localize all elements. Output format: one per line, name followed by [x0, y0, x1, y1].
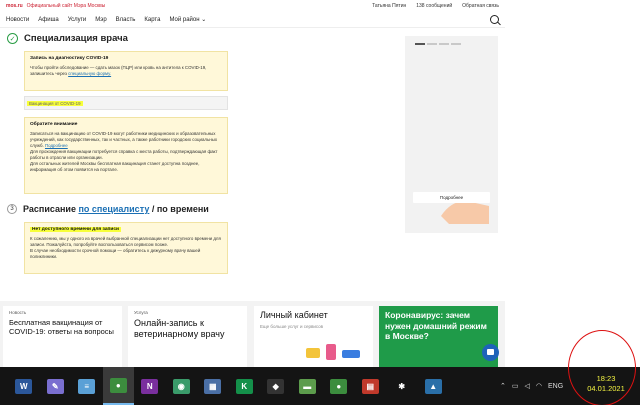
taskbar-glyph: ▬: [298, 378, 316, 394]
no-slots-card: Нет доступного времени для записи К сожа…: [24, 222, 228, 274]
taskbar-glyph: ▲: [424, 378, 442, 394]
taskbar-glyph: ●: [109, 377, 127, 393]
personal-cabinet-tile[interactable]: Личный кабинет Еще больше услуг и сервис…: [254, 306, 373, 367]
volume-icon[interactable]: ◁: [525, 382, 530, 390]
onenote-icon[interactable]: N: [134, 367, 166, 405]
selected-specialization-value: Вакцинация от COVID-19: [27, 101, 83, 106]
taskbar-glyph: W: [15, 378, 33, 394]
taskbar-apps: W ✎ ≡ ● N ◉ ▦ K ◆ ▬ ● ▤ ✱ ▲: [8, 367, 449, 405]
nav-item-mayor[interactable]: Мэр: [95, 17, 106, 23]
taskbar-glyph: ▤: [361, 378, 379, 394]
taskbar-glyph: ●: [330, 378, 348, 394]
schedule-title: Расписание по специалисту / по времени: [23, 204, 209, 214]
chat-button[interactable]: [482, 344, 499, 361]
main-nav: Новости Афиша Услуги Мэр Власть Карта Мо…: [0, 12, 505, 28]
topbar-right: Татьяна Пятин 138 сообщений Обратная свя…: [372, 3, 499, 9]
step-schedule: 3 Расписание по специалисту / по времени: [7, 204, 209, 214]
coronavirus-tile[interactable]: Коронавирус: зачем нужен домашний режим …: [379, 306, 498, 367]
attention-title: Обратите внимание: [30, 122, 78, 127]
taskbar-glyph: ✎: [46, 378, 64, 394]
carousel-dots[interactable]: [415, 43, 461, 45]
promo-banner[interactable]: Подробнее: [405, 36, 498, 233]
vet-service-tile[interactable]: Услуга Онлайн-запись к ветеринарному вра…: [128, 306, 247, 367]
covid-diagnostics-card: Запись на диагностику COVID-19 Чтобы про…: [24, 51, 228, 91]
check-icon: ✓: [7, 33, 18, 44]
keyboard-icon[interactable]: ▤: [355, 367, 387, 405]
more-link[interactable]: Подробнее: [45, 143, 68, 148]
gear-icon[interactable]: ✱: [386, 367, 418, 405]
site-title[interactable]: Официальный сайт Мэра Москвы: [27, 3, 106, 9]
word-icon[interactable]: W: [8, 367, 40, 405]
card-title: Запись на диагностику COVID-19: [30, 56, 109, 61]
tile-title: Личный кабинет: [260, 310, 328, 320]
photos-icon[interactable]: ▲: [418, 367, 450, 405]
no-slots-p2: В случае необходимости срочной помощи — …: [30, 248, 201, 259]
tile-category: Новость: [9, 310, 27, 315]
tile-category: Услуга: [134, 310, 148, 315]
taskbar-glyph: K: [235, 378, 253, 394]
nav-item-afisha[interactable]: Афиша: [38, 17, 59, 23]
schedule-prefix: Расписание: [23, 204, 76, 214]
taskbar-glyph: N: [141, 378, 159, 394]
tile-title: Онлайн-запись к ветеринарному врачу: [134, 318, 225, 339]
taskbar-glyph: ✱: [393, 378, 411, 394]
calculator-icon[interactable]: ▦: [197, 367, 229, 405]
system-tray: ⌃ ▭ ◁ ◠ ENG: [500, 367, 563, 405]
no-slots-p1: К сожалению, мы у одного из врачей выбра…: [30, 236, 221, 247]
empty-area: [505, 0, 640, 367]
tile-title: Бесплатная вакцинация от COVID-19: ответ…: [9, 318, 114, 336]
k-app-icon[interactable]: K: [229, 367, 261, 405]
attention-card: Обратите внимание Записаться на вакцинац…: [24, 117, 228, 194]
news-tile[interactable]: Новость Бесплатная вакцинация от COVID-1…: [3, 306, 122, 367]
nav-item-my-district[interactable]: Мой район ⌄: [169, 16, 206, 23]
selected-specialization-field[interactable]: Вакцинация от COVID-19: [24, 96, 228, 110]
notepad-icon[interactable]: ≡: [71, 367, 103, 405]
special-form-link[interactable]: специальную форму.: [68, 71, 111, 76]
nav-item-map[interactable]: Карта: [144, 17, 160, 23]
settings-app-icon[interactable]: ◆: [260, 367, 292, 405]
step-title: Специализация врача: [24, 33, 128, 44]
nav-item-power[interactable]: Власть: [116, 17, 136, 23]
hand-drawn-circle-annotation: [568, 330, 636, 405]
taskbar-glyph: ◉: [172, 378, 190, 394]
by-specialist-link[interactable]: по специалисту: [78, 204, 149, 214]
taskbar-glyph: ◆: [267, 378, 285, 394]
by-time-tab[interactable]: / по времени: [152, 204, 209, 214]
no-slots-title: Нет доступного времени для записи: [30, 227, 121, 232]
chrome-icon[interactable]: ●: [102, 367, 134, 405]
attention-p3: Для остальных жителей Москвы бесплатная …: [30, 161, 200, 172]
feedback-link[interactable]: Обратная связь: [462, 3, 499, 9]
messages-link[interactable]: 138 сообщений: [416, 3, 452, 9]
card-text: Чтобы пройти обследование — сдать мазок …: [30, 65, 207, 76]
tile-title: Коронавирус: зачем нужен домашний режим …: [385, 310, 487, 341]
taskbar-glyph: ▦: [204, 378, 222, 394]
paint-icon[interactable]: ✎: [40, 367, 72, 405]
more-button[interactable]: Подробнее: [413, 192, 490, 203]
site-logo[interactable]: mos.ru: [6, 3, 23, 9]
step-specialization: ✓ Специализация врача: [7, 33, 128, 44]
attention-p2: Для прохождения вакцинации потребуется с…: [30, 149, 218, 160]
devices-illustration: [306, 344, 360, 360]
user-name[interactable]: Татьяна Пятин: [372, 3, 406, 9]
nav-item-news[interactable]: Новости: [6, 17, 29, 23]
tray-window-icon[interactable]: ▭: [512, 382, 519, 390]
language-indicator[interactable]: ENG: [548, 383, 563, 390]
step-number: 3: [7, 204, 17, 214]
tray-expand-icon[interactable]: ⌃: [500, 382, 506, 390]
network-icon[interactable]: ◠: [536, 382, 542, 390]
site-topbar: mos.ru Официальный сайт Мэра Москвы Тать…: [0, 0, 505, 12]
money-icon[interactable]: ▬: [292, 367, 324, 405]
chrome-2-icon[interactable]: ●: [323, 367, 355, 405]
search-icon[interactable]: [490, 15, 499, 24]
nav-item-services[interactable]: Услуги: [68, 17, 86, 23]
taskbar-glyph: ≡: [78, 378, 96, 394]
tile-subtitle: Еще больше услуг и сервисов: [260, 324, 324, 329]
globe-icon[interactable]: ◉: [166, 367, 198, 405]
